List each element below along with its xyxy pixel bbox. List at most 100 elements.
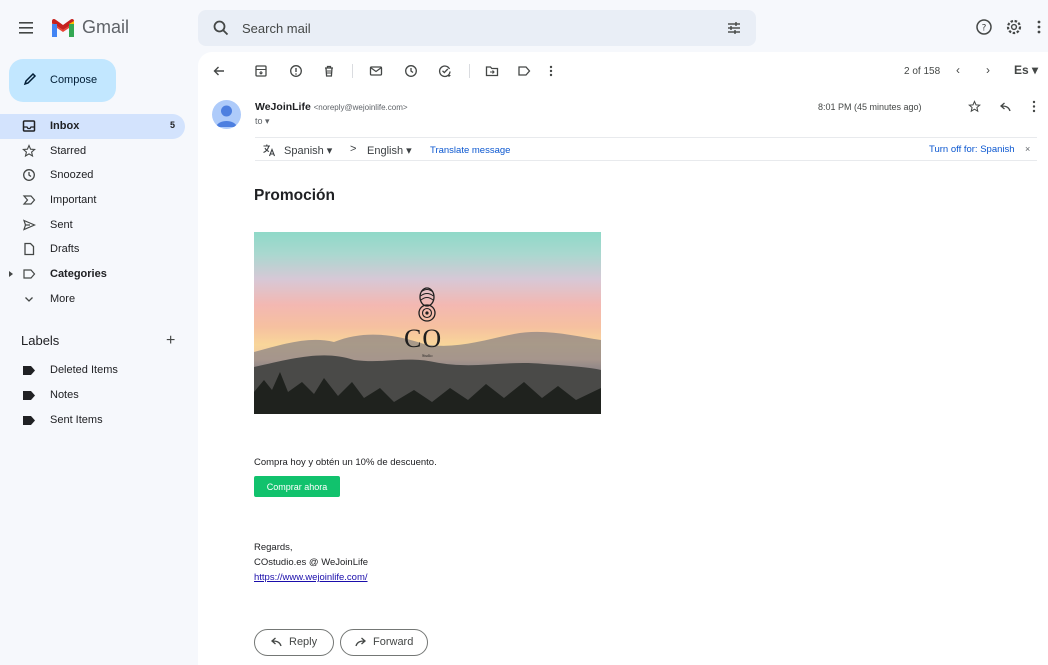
snooze-icon[interactable] xyxy=(404,64,418,78)
signature-line: Regards, xyxy=(254,542,293,553)
translate-bar: Spanish ▾ > English ▾ Translate message … xyxy=(255,137,1037,161)
sidebar-item-label: Snoozed xyxy=(50,169,94,182)
buy-now-button[interactable]: Comprar ahora xyxy=(254,476,340,497)
help-icon[interactable]: ? xyxy=(975,18,993,36)
archive-icon[interactable] xyxy=(254,64,268,78)
reply-icon xyxy=(271,637,282,647)
sidebar-item-important[interactable]: Important xyxy=(0,188,188,213)
label-name: Notes xyxy=(50,389,79,401)
signature-line: COstudio.es @ WeJoinLife xyxy=(254,557,369,568)
svg-text:?: ? xyxy=(982,24,987,34)
label-as-icon[interactable] xyxy=(517,64,531,78)
sidebar-item-label: More xyxy=(50,292,76,305)
translate-message-link[interactable]: Translate message xyxy=(430,145,510,156)
sidebar-item-snoozed[interactable]: Snoozed xyxy=(0,163,188,188)
gmail-logo[interactable]: Gmail xyxy=(50,17,129,38)
sidebar-item-starred[interactable]: Starred xyxy=(0,139,188,164)
forward-icon xyxy=(355,637,366,647)
star-icon xyxy=(22,143,36,157)
report-spam-icon[interactable] xyxy=(289,64,303,78)
send-icon xyxy=(23,219,36,231)
sidebar-item-sent[interactable]: Sent xyxy=(0,213,188,238)
arrow-right-icon: > xyxy=(350,143,357,155)
expand-caret-icon[interactable] xyxy=(9,271,13,278)
star-icon[interactable] xyxy=(968,100,981,113)
mark-unread-icon[interactable] xyxy=(369,64,383,78)
sidebar-item-inbox[interactable]: Inbox 5 xyxy=(0,114,185,139)
source-language-select[interactable]: Spanish ▾ xyxy=(284,144,332,157)
move-to-icon[interactable] xyxy=(485,64,499,78)
pager-count: 2 of 158 xyxy=(904,66,941,77)
chevron-down-icon xyxy=(25,296,33,302)
message-time: 8:01 PM (45 minutes ago) xyxy=(818,102,922,112)
unread-count: 5 xyxy=(170,120,176,130)
label-tag-icon xyxy=(23,416,35,425)
reply-icon[interactable] xyxy=(998,101,1011,113)
sidebar-item-label: Important xyxy=(50,194,97,207)
sidebar-item-more[interactable]: More xyxy=(0,287,188,312)
back-arrow-icon[interactable] xyxy=(212,64,226,78)
turn-off-translation-link[interactable]: Turn off for: Spanish xyxy=(929,144,1015,155)
search-input[interactable]: Search mail xyxy=(242,21,311,36)
sender[interactable]: WeJoinLife <noreply@wejoinlife.com> xyxy=(255,101,408,113)
search-options-icon[interactable] xyxy=(726,20,742,36)
input-tools-button[interactable]: Es ▾ xyxy=(1014,63,1038,77)
reply-label: Reply xyxy=(289,636,318,648)
forward-label: Forward xyxy=(373,636,414,648)
brand-logo-text: CO xyxy=(404,324,443,353)
label-item-sent-items[interactable]: Sent Items xyxy=(0,408,188,433)
gear-icon[interactable] xyxy=(1004,17,1024,37)
sidebar-item-drafts[interactable]: Drafts xyxy=(0,237,188,262)
sidebar-item-label: Drafts xyxy=(50,243,80,256)
important-icon xyxy=(22,195,36,205)
person-icon xyxy=(216,105,237,127)
next-message-button[interactable]: › xyxy=(986,63,990,77)
sender-name: WeJoinLife xyxy=(255,101,311,113)
label-item-notes[interactable]: Notes xyxy=(0,383,188,408)
reply-button[interactable]: Reply xyxy=(254,629,334,656)
search-bar[interactable]: Search mail xyxy=(198,10,756,46)
label-item-deleted-items[interactable]: Deleted Items xyxy=(0,358,188,383)
compose-label: Compose xyxy=(50,74,98,86)
sidebar-item-label: Inbox xyxy=(50,120,80,132)
sidebar-item-label: Categories xyxy=(50,268,107,281)
clock-icon xyxy=(23,169,35,182)
top-bar: Gmail Search mail ? xyxy=(0,0,1048,56)
add-label-button[interactable]: + xyxy=(166,332,175,350)
message-body-text: Compra hoy y obtén un 10% de descuento. xyxy=(254,457,437,468)
avatar[interactable] xyxy=(212,100,241,129)
sidebar-item-categories[interactable]: Categories xyxy=(0,262,188,287)
search-icon[interactable] xyxy=(212,19,230,37)
apps-icon[interactable] xyxy=(1036,19,1048,35)
gmail-m-icon xyxy=(52,18,74,37)
sidebar-nav: Inbox 5 Starred Snoozed Important Sent D… xyxy=(0,114,188,312)
more-options-icon[interactable] xyxy=(548,64,554,78)
message-pane: 2 of 158 ‹ › Es ▾ WeJoinLife <noreply@we… xyxy=(198,52,1048,665)
pencil-icon xyxy=(23,72,37,86)
close-translate-bar-button[interactable]: × xyxy=(1025,144,1030,154)
compose-button[interactable]: Compose xyxy=(9,59,116,102)
toolbar-divider xyxy=(352,64,353,78)
sidebar-item-label: Sent xyxy=(50,218,73,231)
labels-heading: Labels xyxy=(21,333,60,348)
message-toolbar: 2 of 158 ‹ › Es ▾ xyxy=(198,52,1048,88)
draft-icon xyxy=(24,243,35,256)
message-subject: Promoción xyxy=(254,187,335,204)
sidebar-item-label: Starred xyxy=(50,144,87,157)
add-task-icon[interactable] xyxy=(438,64,452,78)
previous-message-button[interactable]: ‹ xyxy=(956,63,960,77)
more-vert-icon[interactable] xyxy=(1032,100,1036,113)
label-icon xyxy=(23,269,36,279)
label-name: Sent Items xyxy=(50,414,103,426)
forward-button[interactable]: Forward xyxy=(340,629,428,656)
menu-icon[interactable] xyxy=(17,19,37,37)
shell-logo-icon xyxy=(418,287,436,322)
app-name: Gmail xyxy=(82,17,130,37)
recipient-details-toggle[interactable]: to ▾ xyxy=(255,116,270,127)
trash-icon[interactable] xyxy=(322,64,336,78)
translate-icon xyxy=(263,144,276,157)
sender-email: <noreply@wejoinlife.com> xyxy=(313,103,408,112)
signature-link[interactable]: https://www.wejoinlife.com/ xyxy=(254,572,368,583)
target-language-select[interactable]: English ▾ xyxy=(367,144,412,157)
toolbar-divider xyxy=(469,64,470,78)
